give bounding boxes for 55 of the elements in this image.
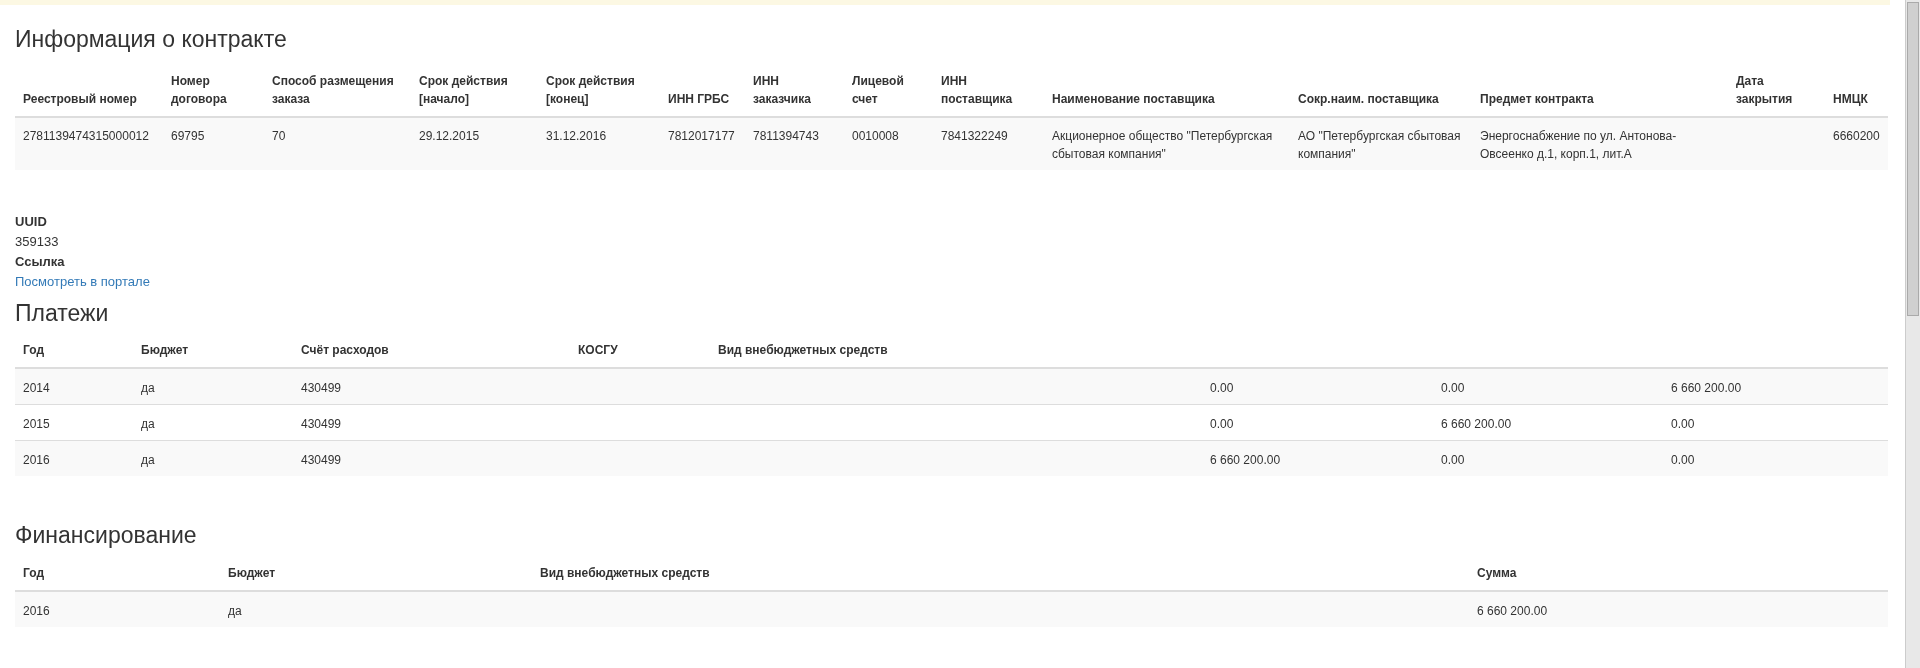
column-header: ИНН ГРБС — [660, 65, 745, 117]
portal-link[interactable]: Посмотреть в портале — [15, 271, 150, 292]
table-cell: 2781139474315000012 — [15, 116, 163, 170]
column-header: Вид внебюджетных средств — [532, 557, 1469, 591]
column-header: Дата закрытия — [1728, 65, 1825, 117]
field-value: 359133 — [15, 232, 59, 251]
table-cell: 7811394743 — [745, 116, 844, 170]
table-cell: 0.00 — [1433, 440, 1663, 477]
table-cell: 0010008 — [844, 116, 933, 170]
column-header: Срок действия [конец] — [538, 65, 660, 117]
column-header: Лицевой счет — [844, 65, 933, 117]
table-cell: да — [133, 440, 293, 477]
column-header: Год — [15, 557, 220, 591]
column-header: Реестровый номер — [15, 65, 163, 117]
column-header: НМЦК — [1825, 65, 1888, 117]
scrollbar[interactable] — [1905, 0, 1920, 668]
table-cell: да — [220, 590, 532, 627]
table-cell: 0.00 — [1663, 440, 1888, 477]
scrollbar-thumb[interactable] — [1907, 2, 1919, 316]
table-cell: 6660200 — [1825, 116, 1888, 170]
column-header: Сумма — [1469, 557, 1888, 591]
column-header: Срок действия [начало] — [411, 65, 538, 117]
table-cell: АО "Петербургская сбытовая компания" — [1290, 116, 1472, 170]
table-cell: 2016 — [15, 440, 133, 477]
table-cell: 430499 — [293, 440, 570, 477]
table-cell: 29.12.2015 — [411, 116, 538, 170]
table-cell: 2016 — [15, 590, 220, 627]
column-header: ИНН заказчика — [745, 65, 844, 117]
table-cell: 7841322249 — [933, 116, 1044, 170]
column-header: Предмет контракта — [1472, 65, 1728, 117]
section-title: Финансирование — [15, 522, 198, 550]
table-cell: 7812017177 — [660, 116, 745, 170]
table-cell: 430499 — [293, 368, 570, 405]
table-cell: 2014 — [15, 368, 133, 405]
table-cell: 31.12.2016 — [538, 116, 660, 170]
field-label: UUID — [15, 212, 47, 231]
column-header: Сокр.наим. поставщика — [1290, 65, 1472, 117]
table-cell: 69795 — [163, 116, 264, 170]
column-header: Бюджет — [220, 557, 532, 591]
table-cell: Энергоснабжение по ул. Антонова-Овсеенко д.1, корп.1, лит.А — [1472, 116, 1728, 170]
field-label: Ссылка — [15, 252, 65, 271]
table-cell: да — [133, 368, 293, 405]
column-header: Номер договора — [163, 65, 264, 117]
table-cell: Акционерное общество "Петербургская сбытовая компания" — [1044, 116, 1290, 170]
column-header: Способ размещения заказа — [264, 65, 411, 117]
table-cell: 70 — [264, 116, 411, 170]
column-header: ИНН поставщика — [933, 65, 1044, 117]
section-title: Платежи — [15, 299, 110, 328]
table-cell: 6 660 200.00 — [1202, 440, 1433, 477]
column-header: Наименование поставщика — [1044, 65, 1290, 117]
table-cell: 6 660 200.00 — [1469, 590, 1888, 627]
table-cell: 0.00 — [1202, 368, 1433, 405]
table-cell: 0.00 — [1433, 368, 1663, 405]
section-title: Информация о контракте — [15, 26, 288, 54]
table-cell: 6 660 200.00 — [1663, 368, 1888, 405]
